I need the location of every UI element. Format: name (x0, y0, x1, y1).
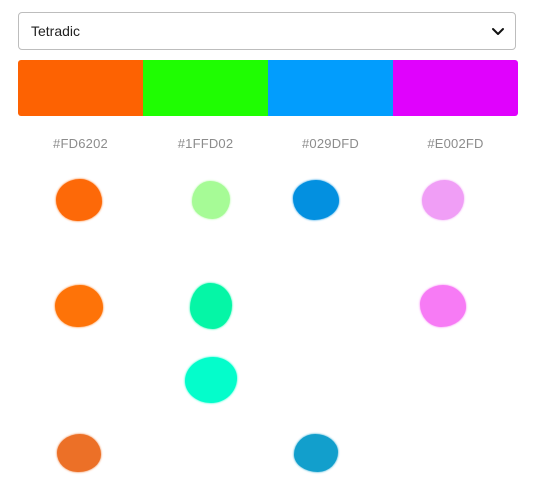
color-variation-dot[interactable] (420, 285, 466, 327)
palette-swatch-3[interactable] (268, 60, 393, 116)
color-variation-dot[interactable] (185, 357, 237, 403)
scheme-select[interactable]: Tetradic (18, 12, 516, 50)
color-variation-dot[interactable] (293, 180, 339, 220)
palette-swatch-2[interactable] (143, 60, 268, 116)
scheme-select-value: Tetradic (31, 23, 81, 39)
color-variation-dot[interactable] (422, 180, 464, 220)
color-variation-dot[interactable] (55, 285, 103, 327)
color-variation-dot[interactable] (56, 179, 102, 221)
hex-code-row: #FD6202 #1FFD02 #029DFD #E002FD (18, 136, 518, 151)
color-variation-dot[interactable] (190, 283, 232, 329)
hex-code-1: #FD6202 (53, 136, 108, 151)
color-variation-dot[interactable] (192, 181, 230, 219)
palette-swatch-4[interactable] (393, 60, 518, 116)
palette-swatch-1[interactable] (18, 60, 143, 116)
color-variation-dot[interactable] (57, 434, 101, 472)
hex-code-2: #1FFD02 (177, 136, 234, 151)
hex-code-3: #029DFD (301, 136, 360, 151)
color-variation-dot[interactable] (294, 434, 338, 472)
palette-bar (18, 60, 518, 116)
hex-code-4: #E002FD (427, 136, 484, 151)
chevron-down-icon (492, 28, 504, 35)
